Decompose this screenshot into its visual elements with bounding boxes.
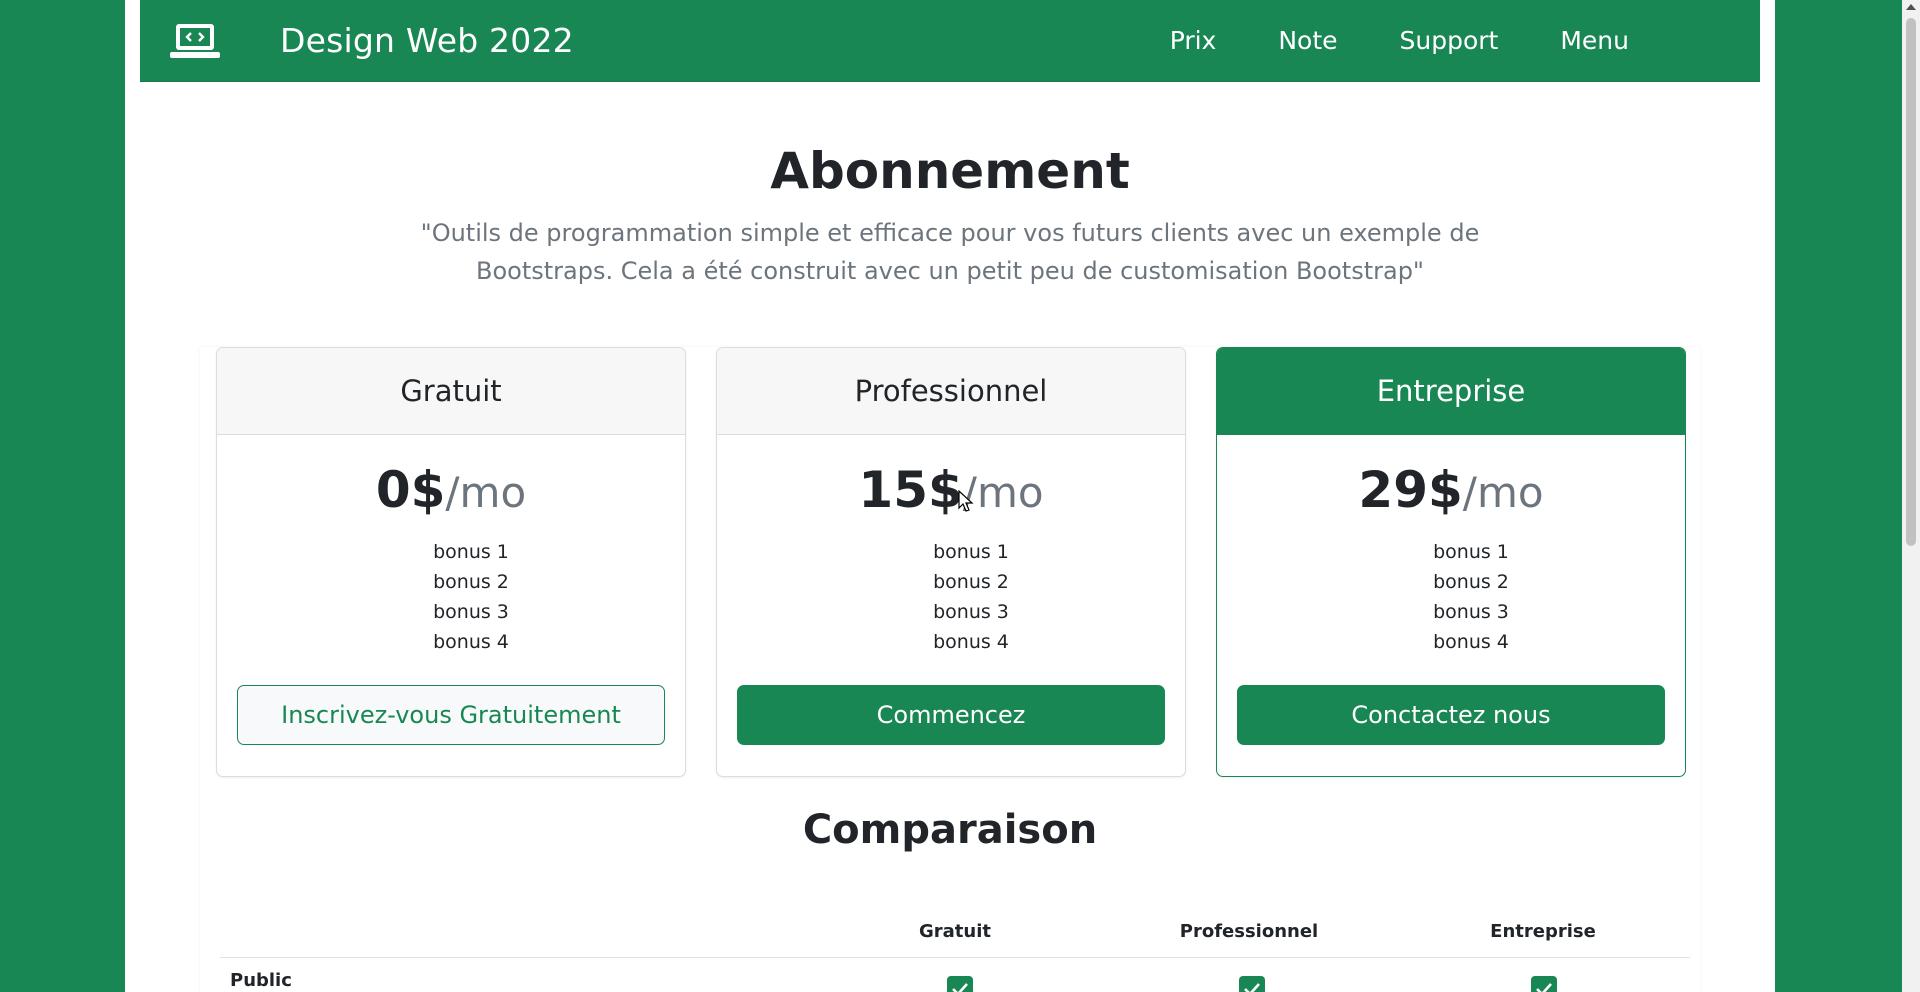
scrollbar-thumb[interactable] bbox=[1906, 18, 1916, 546]
check-cell bbox=[814, 958, 1106, 992]
column-header: Professionnel bbox=[1179, 921, 1319, 942]
plan-card-entreprise: Entreprise 29$/mo bonus 1 bonus 2 bonus … bbox=[1216, 347, 1686, 777]
plan-name: Professionnel bbox=[717, 348, 1185, 435]
row-label: Public bbox=[230, 970, 292, 991]
feature-list: bonus 1 bonus 2 bonus 3 bonus 4 bbox=[1217, 537, 1685, 657]
plan-card-gratuit: Gratuit 0$/mo bonus 1 bonus 2 bonus 3 bo… bbox=[216, 347, 686, 777]
comparison-header-empty bbox=[220, 907, 808, 957]
column-header: Gratuit bbox=[919, 921, 991, 942]
pricing-cards: Gratuit 0$/mo bonus 1 bonus 2 bonus 3 bo… bbox=[216, 347, 1686, 777]
price-amount: 15$ bbox=[858, 461, 963, 519]
feature-item: bonus 4 bbox=[1433, 631, 1509, 653]
feature-item: bonus 4 bbox=[933, 631, 1009, 653]
get-started-button[interactable]: Commencez bbox=[737, 685, 1165, 745]
comparison-table: Gratuit Professionnel Entreprise Public bbox=[220, 907, 1690, 992]
nav-link-note[interactable]: Note bbox=[1247, 0, 1368, 81]
price-period: /mo bbox=[445, 468, 527, 517]
feature-item: bonus 2 bbox=[933, 571, 1009, 593]
plan-price: 29$/mo bbox=[1217, 455, 1685, 525]
feature-list: bonus 1 bonus 2 bonus 3 bonus 4 bbox=[717, 537, 1185, 657]
comparison-header-row: Gratuit Professionnel Entreprise bbox=[220, 907, 1690, 958]
price-period: /mo bbox=[1462, 468, 1544, 517]
column-header: Entreprise bbox=[1490, 921, 1596, 942]
mouse-cursor-icon bbox=[958, 490, 974, 512]
laptop-code-icon[interactable] bbox=[170, 22, 220, 60]
price-amount: 0$ bbox=[375, 461, 446, 519]
feature-item: bonus 1 bbox=[933, 541, 1009, 563]
pricing-container: Gratuit 0$/mo bonus 1 bonus 2 bonus 3 bo… bbox=[200, 347, 1700, 992]
plan-card-professionnel: Professionnel 15$/mo bonus 1 bonus 2 bon… bbox=[716, 347, 1186, 777]
feature-list: bonus 1 bonus 2 bonus 3 bonus 4 bbox=[217, 537, 685, 657]
nav-link-menu[interactable]: Menu bbox=[1529, 0, 1660, 81]
plan-name: Gratuit bbox=[217, 348, 685, 435]
feature-item: bonus 2 bbox=[433, 571, 509, 593]
feature-item: bonus 1 bbox=[1433, 541, 1509, 563]
feature-item: bonus 3 bbox=[933, 601, 1009, 623]
comparison-title: Comparaison bbox=[802, 807, 1098, 853]
feature-item: bonus 3 bbox=[1433, 601, 1509, 623]
nav-links: Prix Note Support Menu bbox=[1139, 0, 1660, 81]
navbar: Design Web 2022 Prix Note Support Menu bbox=[140, 0, 1760, 82]
nav-link-prix[interactable]: Prix bbox=[1139, 0, 1248, 81]
check-icon bbox=[1531, 976, 1557, 992]
check-icon bbox=[1239, 976, 1265, 992]
signup-free-button[interactable]: Inscrivez-vous Gratuitement bbox=[237, 685, 665, 745]
feature-item: bonus 4 bbox=[433, 631, 509, 653]
plan-name: Entreprise bbox=[1217, 348, 1685, 435]
scroll-up-arrow-icon[interactable] bbox=[1906, 4, 1916, 10]
feature-item: bonus 3 bbox=[433, 601, 509, 623]
plan-price: 15$/mo bbox=[717, 455, 1185, 525]
feature-item: bonus 1 bbox=[433, 541, 509, 563]
check-cell bbox=[1106, 958, 1398, 992]
plan-price: 0$/mo bbox=[217, 455, 685, 525]
page-subtitle: "Outils de programmation simple et effic… bbox=[420, 219, 1480, 285]
check-cell bbox=[1398, 958, 1690, 992]
feature-item: bonus 2 bbox=[1433, 571, 1509, 593]
page: Design Web 2022 Prix Note Support Menu A… bbox=[125, 0, 1775, 992]
check-icon bbox=[947, 976, 973, 992]
contact-us-button[interactable]: Conctactez nous bbox=[1237, 685, 1665, 745]
price-amount: 29$ bbox=[1358, 461, 1463, 519]
page-title: Abonnement bbox=[770, 142, 1130, 200]
table-row: Public bbox=[220, 958, 1690, 992]
nav-link-support[interactable]: Support bbox=[1369, 0, 1530, 81]
brand-title[interactable]: Design Web 2022 bbox=[280, 0, 574, 81]
vertical-scrollbar[interactable] bbox=[1902, 0, 1920, 992]
